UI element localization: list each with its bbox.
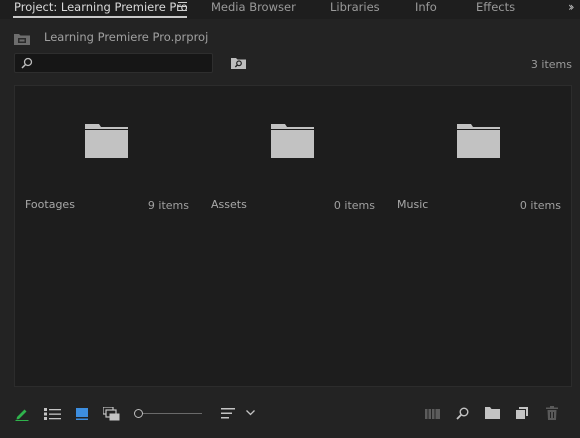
project-panel-toolbar xyxy=(0,400,580,430)
freeform-view-icon[interactable] xyxy=(103,407,121,421)
clear-trash-icon[interactable] xyxy=(546,406,558,420)
icon-view-icon[interactable] xyxy=(76,408,88,420)
hamburger-menu-icon[interactable] xyxy=(178,2,187,11)
bin-item-count: 0 items xyxy=(333,199,375,212)
automate-to-sequence-icon[interactable] xyxy=(425,409,440,419)
tab-media-browser[interactable]: Media Browser xyxy=(211,0,296,19)
folder-icon xyxy=(85,124,128,158)
project-bin-icon xyxy=(14,34,30,45)
zoom-slider-track[interactable] xyxy=(142,413,202,414)
pencil-icon[interactable] xyxy=(15,407,29,421)
bin-footages[interactable]: Footages 9 items xyxy=(15,86,195,221)
search-field[interactable] xyxy=(14,53,213,73)
bin-name: Assets xyxy=(211,198,247,211)
tab-libraries[interactable]: Libraries xyxy=(330,0,380,19)
find-icon[interactable] xyxy=(456,407,469,420)
active-tab-indicator xyxy=(13,16,187,18)
bin-name: Footages xyxy=(25,198,75,211)
folder-icon xyxy=(457,124,500,158)
search-icon xyxy=(21,57,33,69)
bin-music[interactable]: Music 0 items xyxy=(387,86,567,221)
search-input[interactable] xyxy=(37,56,211,72)
chevron-double-right-icon[interactable]: ›› xyxy=(568,0,574,14)
new-search-bin-icon[interactable] xyxy=(231,57,246,69)
zoom-slider-knob[interactable] xyxy=(134,409,143,418)
bin-item-count: 0 items xyxy=(519,199,561,212)
bin-assets[interactable]: Assets 0 items xyxy=(201,86,381,221)
list-view-icon[interactable] xyxy=(44,408,61,420)
sort-icon[interactable] xyxy=(221,408,235,419)
tab-info[interactable]: Info xyxy=(415,0,437,19)
bin-name: Music xyxy=(397,198,429,211)
panel-tab-bar: Project: Learning Premiere Pro Media Bro… xyxy=(0,0,580,19)
new-bin-icon[interactable] xyxy=(485,407,500,419)
new-item-icon[interactable] xyxy=(516,407,528,419)
tab-effects[interactable]: Effects xyxy=(476,0,515,19)
chevron-down-icon[interactable] xyxy=(246,410,255,416)
project-filename: Learning Premiere Pro.prproj xyxy=(44,30,209,44)
item-count: 3 items xyxy=(530,58,572,71)
folder-icon xyxy=(271,124,314,158)
bin-grid: Footages 9 items Assets 0 items Music 0 … xyxy=(14,85,572,387)
bin-item-count: 9 items xyxy=(147,199,189,212)
